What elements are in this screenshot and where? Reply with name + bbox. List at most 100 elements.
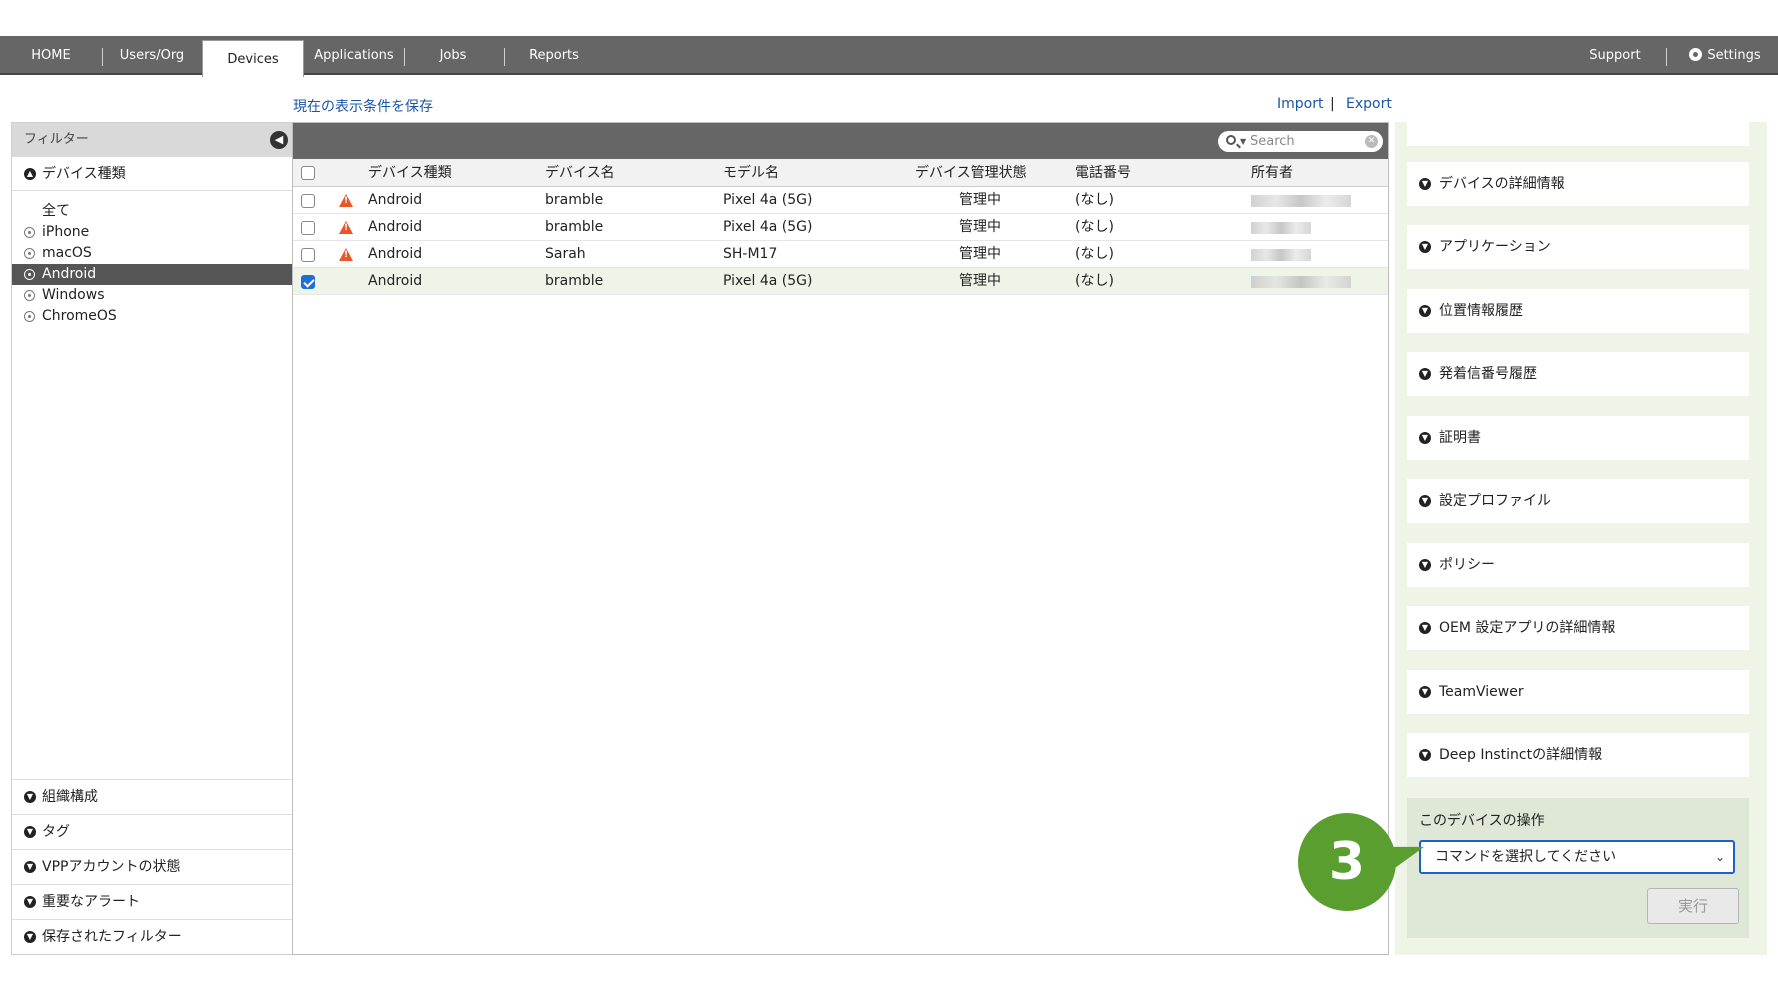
option-label: Windows [42, 287, 105, 303]
option-label: Android [42, 266, 97, 282]
search-input[interactable]: ▼ Search ✕ [1218, 131, 1383, 152]
option-label: ChromeOS [42, 308, 117, 324]
section-label: アプリケーション [1439, 239, 1551, 255]
detail-section-teamviewer[interactable]: ▼ TeamViewer [1407, 670, 1749, 714]
export-link[interactable]: Export [1346, 96, 1392, 112]
detail-section-location[interactable]: ▼ 位置情報履歴 [1407, 289, 1749, 333]
save-view-link[interactable]: 現在の表示条件を保存 [293, 96, 433, 116]
table-row[interactable]: Android bramble Pixel 4a (5G) 管理中 (なし) [293, 214, 1388, 241]
table-row[interactable]: Android Sarah SH-M17 管理中 (なし) [293, 241, 1388, 268]
section-label: 設定プロファイル [1439, 493, 1551, 509]
collapse-icon[interactable]: ◀ [270, 131, 288, 149]
filter-option-macos[interactable]: macOS [12, 243, 292, 264]
column-header-status[interactable]: デバイス管理状態 [915, 159, 1027, 186]
cell-phone: (なし) [1075, 246, 1114, 262]
filter-section-saved[interactable]: ▼ 保存されたフィルター [12, 919, 292, 954]
section-label: VPPアカウントの状態 [42, 859, 181, 875]
cell-status: 管理中 [959, 192, 1001, 208]
row-checkbox[interactable] [301, 221, 315, 235]
row-checkbox[interactable] [301, 194, 315, 208]
cell-type: Android [368, 273, 423, 289]
select-all-checkbox[interactable] [301, 166, 315, 180]
chevron-down-icon: ▼ [24, 896, 36, 908]
radio-icon [24, 227, 35, 238]
step-callout: 3 [1298, 813, 1396, 911]
row-checkbox[interactable] [301, 275, 315, 289]
radio-icon [24, 248, 35, 259]
detail-section-device-info[interactable]: ▼ デバイスの詳細情報 [1407, 162, 1749, 206]
cell-model: Pixel 4a (5G) [723, 273, 813, 289]
chevron-down-icon: ▼ [1419, 178, 1431, 190]
filter-bottom-sections: ▼ 組織構成 ▼ タグ ▼ VPPアカウントの状態 ▼ 重要なアラート ▼ 保存されたフィ… [12, 779, 292, 954]
tab-devices[interactable]: Devices [202, 40, 304, 77]
nav-separator [102, 48, 103, 66]
link-separator: | [1330, 96, 1335, 112]
chevron-down-icon: ▼ [1419, 686, 1431, 698]
search-icon [1226, 135, 1236, 145]
chevron-down-icon: ▼ [1419, 305, 1431, 317]
device-list: ▼ Search ✕ デバイス種類 デバイス名 モデル名 デバイス管理状態 電話… [292, 122, 1389, 955]
filter-option-android[interactable]: Android [12, 264, 292, 285]
warning-icon [339, 248, 353, 261]
nav-separator [404, 48, 405, 66]
row-checkbox[interactable] [301, 248, 315, 262]
detail-section-call-history[interactable]: ▼ 発着信番号履歴 [1407, 352, 1749, 396]
execute-button[interactable]: 実行 [1647, 888, 1739, 924]
detail-section-profiles[interactable]: ▼ 設定プロファイル [1407, 479, 1749, 523]
filter-option-iphone[interactable]: iPhone [12, 222, 292, 243]
section-label: Deep Instinctの詳細情報 [1439, 747, 1603, 763]
chevron-up-icon: ▲ [24, 168, 36, 180]
cell-phone: (なし) [1075, 192, 1114, 208]
cell-name: bramble [545, 192, 604, 208]
table-row[interactable]: Android bramble Pixel 4a (5G) 管理中 (なし) [293, 268, 1388, 295]
section-label: 証明書 [1439, 430, 1481, 446]
detail-section-deep-instinct[interactable]: ▼ Deep Instinctの詳細情報 [1407, 733, 1749, 777]
tab-users-org[interactable]: Users/Org [110, 36, 194, 75]
column-header-type[interactable]: デバイス種類 [368, 159, 452, 186]
table-row[interactable]: Android bramble Pixel 4a (5G) 管理中 (なし) [293, 187, 1388, 214]
settings-link[interactable]: Settings [1680, 36, 1770, 75]
chevron-down-icon: ▼ [1419, 559, 1431, 571]
owner-redacted [1251, 195, 1351, 207]
cell-type: Android [368, 192, 423, 208]
section-label: 発着信番号履歴 [1439, 366, 1537, 382]
top-nav: HOME Users/Org Devices Applications Jobs… [0, 36, 1778, 77]
tab-jobs[interactable]: Jobs [420, 36, 486, 75]
filter-section-org[interactable]: ▼ 組織構成 [12, 779, 292, 814]
detail-section-certificates[interactable]: ▼ 証明書 [1407, 416, 1749, 460]
tab-reports[interactable]: Reports [520, 36, 588, 75]
cell-status: 管理中 [959, 273, 1001, 289]
filter-option-chromeos[interactable]: ChromeOS [12, 306, 292, 327]
filter-option-windows[interactable]: Windows [12, 285, 292, 306]
filter-section-vpp[interactable]: ▼ VPPアカウントの状態 [12, 849, 292, 884]
detail-section-oem[interactable]: ▼ OEM 設定アプリの詳細情報 [1407, 606, 1749, 650]
detail-section-policy[interactable]: ▼ ポリシー [1407, 543, 1749, 587]
filter-option-all[interactable]: 全て [12, 201, 292, 222]
support-link[interactable]: Support [1580, 36, 1650, 75]
import-link[interactable]: Import [1277, 96, 1323, 112]
column-header-phone[interactable]: 電話番号 [1075, 159, 1131, 186]
chevron-down-icon: ▼ [1419, 432, 1431, 444]
chevron-down-icon: ▼ [24, 791, 36, 803]
device-detail-panel: ▼ デバイスの詳細情報 ▼ アプリケーション ▼ 位置情報履歴 ▼ 発着信番号履歴 ▼ 証… [1395, 122, 1767, 955]
section-label: 位置情報履歴 [1439, 303, 1523, 319]
filter-section-device-type[interactable]: ▲ デバイス種類 [12, 157, 292, 191]
chevron-down-icon: ▼ [1419, 622, 1431, 634]
command-select[interactable]: コマンドを選択してください ⌄ [1419, 840, 1735, 874]
filter-section-tag[interactable]: ▼ タグ [12, 814, 292, 849]
detail-section-applications[interactable]: ▼ アプリケーション [1407, 225, 1749, 269]
cell-name: Sarah [545, 246, 586, 262]
operations-title: このデバイスの操作 [1419, 813, 1545, 829]
column-header-name[interactable]: デバイス名 [545, 159, 615, 186]
tab-applications[interactable]: Applications [312, 36, 396, 75]
tab-home[interactable]: HOME [18, 36, 84, 75]
settings-label: Settings [1707, 48, 1761, 63]
command-select-value: コマンドを選択してください [1435, 849, 1617, 865]
search-placeholder: Search [1250, 134, 1295, 149]
clear-icon[interactable]: ✕ [1365, 135, 1378, 148]
caret-down-icon: ▼ [1240, 137, 1247, 146]
column-header-model[interactable]: モデル名 [723, 159, 779, 186]
table-header: デバイス種類 デバイス名 モデル名 デバイス管理状態 電話番号 所有者 [293, 159, 1388, 187]
column-header-owner[interactable]: 所有者 [1251, 159, 1293, 186]
filter-section-alerts[interactable]: ▼ 重要なアラート [12, 884, 292, 919]
